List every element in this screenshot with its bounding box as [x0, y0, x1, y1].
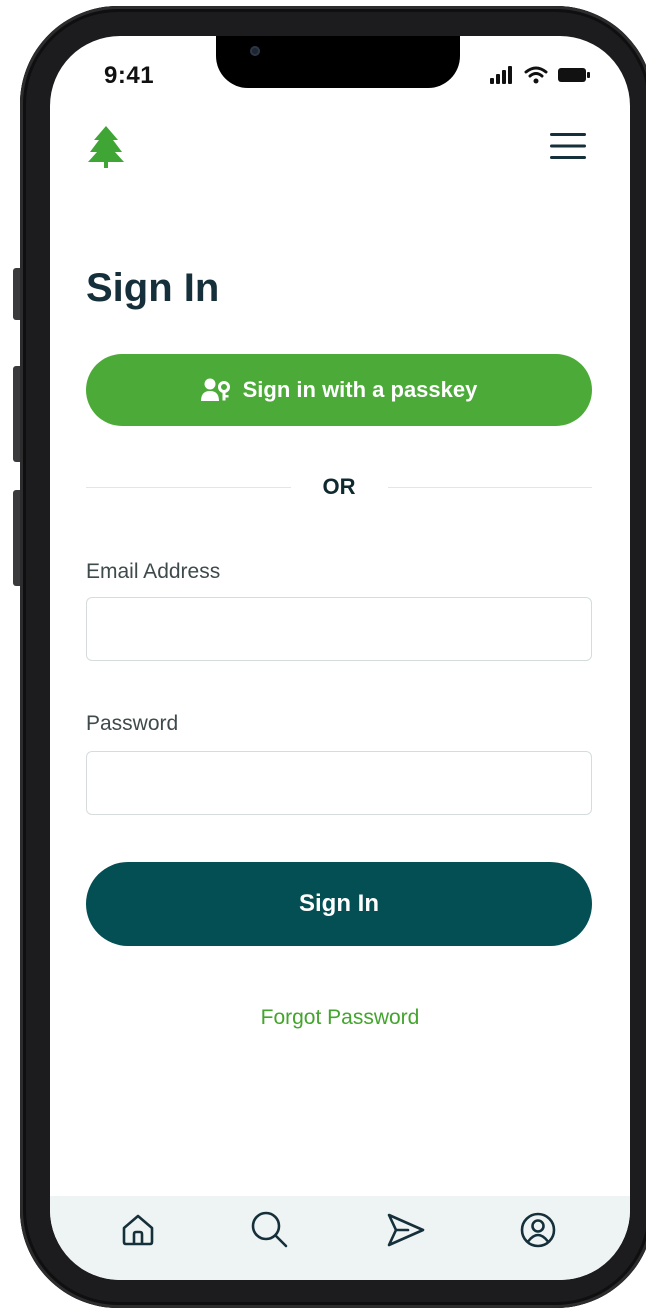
- search-icon: [251, 1211, 288, 1248]
- profile-icon: [520, 1212, 556, 1248]
- volume-down-button: [13, 490, 20, 586]
- page-title: Sign In: [86, 266, 220, 310]
- password-field[interactable]: [86, 751, 592, 815]
- or-text: OR: [322, 474, 356, 499]
- tab-home[interactable]: [116, 1208, 160, 1252]
- email-field[interactable]: [86, 597, 592, 661]
- passkey-button-label: Sign in with a passkey: [242, 377, 478, 402]
- notch: [216, 36, 460, 88]
- tab-search[interactable]: [248, 1208, 292, 1252]
- sign-in-button[interactable]: Sign In: [86, 862, 592, 946]
- divider-line-left: [86, 486, 291, 488]
- passkey-sign-in-button[interactable]: Sign in with a passkey: [86, 354, 592, 426]
- front-camera: [250, 46, 260, 56]
- mute-switch: [13, 268, 20, 320]
- status-time: 9:41: [104, 62, 155, 89]
- phone-screen: 9:41 Sign In Sign in with a passkey OR E…: [50, 36, 630, 1280]
- signal-icon: [490, 66, 512, 84]
- send-icon: [387, 1213, 425, 1247]
- home-icon: [122, 1214, 154, 1246]
- battery-icon: [558, 68, 590, 82]
- volume-up-button: [13, 366, 20, 462]
- forgot-password-link[interactable]: Forgot Password: [50, 1006, 630, 1030]
- tab-profile[interactable]: [516, 1208, 560, 1252]
- password-label: Password: [86, 712, 179, 735]
- tab-send[interactable]: [384, 1208, 428, 1252]
- email-label: Email Address: [86, 560, 221, 583]
- status-icons: [490, 66, 590, 84]
- device-mockup: 9:41 Sign In Sign in with a passkey OR E…: [0, 0, 646, 1314]
- hamburger-menu-icon[interactable]: [550, 132, 586, 160]
- wifi-icon: [524, 66, 548, 84]
- or-divider: OR: [86, 474, 592, 500]
- bottom-tab-bar: [50, 1196, 630, 1280]
- user-key-icon: [200, 378, 230, 401]
- divider-line-right: [387, 486, 592, 488]
- tree-icon: [88, 126, 124, 168]
